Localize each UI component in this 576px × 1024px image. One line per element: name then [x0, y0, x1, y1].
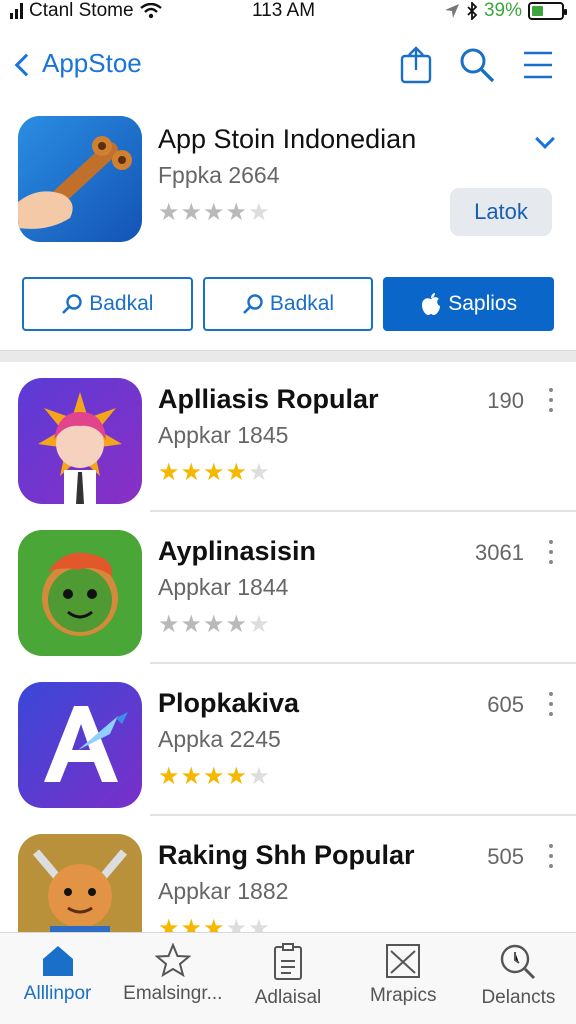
star-filled-icon: ★: [180, 459, 202, 486]
row-divider: [150, 510, 576, 512]
featured-app-title: App Stoin Indonedian: [158, 124, 417, 154]
rating-count: 605: [487, 692, 524, 717]
star-filled-icon: ★: [225, 763, 247, 790]
app-developer: Appkar 1882: [158, 878, 289, 904]
star-filled-icon: ★: [158, 199, 179, 226]
row-divider: [150, 814, 576, 816]
star-icon: [154, 943, 191, 977]
tab-graphics[interactable]: Mrapics: [346, 933, 461, 1024]
featured-app: App Stoin Indonedian Fppka 2664 ★ ★ ★ ★ ★ La…: [18, 116, 558, 246]
section-divider: [0, 350, 576, 362]
rating-stars: ★ ★ ★ ★ ★: [158, 198, 270, 227]
star-empty-icon: ★: [248, 459, 269, 486]
get-button[interactable]: Latok: [450, 188, 552, 236]
list-item[interactable]: Ayplinasisin Appkar 1844 ★ ★ ★ ★ ★ 3061: [0, 514, 576, 664]
clipboard-icon: [274, 943, 302, 980]
star-empty-icon: ★: [248, 611, 269, 638]
star-filled-icon: ★: [158, 459, 179, 486]
search-icon[interactable]: [458, 46, 496, 84]
rating-stars: ★ ★ ★ ★ ★: [158, 762, 270, 791]
search-icon: [242, 294, 263, 314]
back-button[interactable]: AppStoe: [14, 48, 142, 79]
tab-label: Alllinpor: [23, 983, 92, 1004]
tab-label: Mrapics: [369, 985, 437, 1006]
star-filled-icon: ★: [180, 611, 202, 638]
segment-label: Badkal: [269, 292, 335, 315]
tab-label: Adlaisal: [254, 987, 322, 1008]
app-name: Plopkakiva: [158, 688, 300, 718]
tab-featured[interactable]: Emalsingr...: [115, 933, 230, 1024]
tab-search[interactable]: Delancts: [461, 933, 576, 1024]
apple-icon: [422, 293, 441, 315]
tab-home[interactable]: Alllinpor: [0, 933, 115, 1024]
app-icon[interactable]: [18, 530, 142, 656]
star-filled-icon: ★: [225, 611, 247, 638]
tab-bar: Alllinpor Emalsingr... Adlaisal Mrapics …: [0, 932, 576, 1024]
segment-label: Saplios: [448, 292, 518, 315]
location-icon: [444, 4, 459, 18]
segment-button-2[interactable]: Badkal: [202, 277, 374, 331]
star-filled-icon: ★: [158, 611, 179, 638]
bluetooth-icon: [467, 2, 478, 20]
star-filled-icon: ★: [203, 763, 224, 790]
featured-app-developer: Fppka 2664: [158, 162, 280, 188]
star-filled-icon: ★: [225, 199, 247, 226]
app-name: Raking Shh Popular: [158, 840, 415, 870]
navigation-bar: AppStoe: [0, 38, 576, 94]
star-empty-icon: ★: [248, 199, 269, 226]
star-filled-icon: ★: [203, 611, 224, 638]
tab-label: Delancts: [481, 987, 556, 1008]
app-developer: Appka 2245: [158, 726, 281, 752]
battery-percent: 39%: [483, 0, 522, 21]
carrier-label: Ctanl Stome: [29, 0, 134, 21]
wifi-icon: [139, 3, 162, 19]
list-item[interactable]: Plopkakiva Appka 2245 ★ ★ ★ ★ ★ 605: [0, 666, 576, 816]
back-label: AppStoe: [42, 48, 142, 78]
segment-label: Badkal: [89, 292, 154, 315]
menu-icon[interactable]: [522, 50, 554, 80]
tab-label: Emalsingr...: [123, 983, 223, 1004]
row-divider: [150, 662, 576, 664]
tab-categories[interactable]: Adlaisal: [230, 933, 345, 1024]
status-time: 113 AM: [252, 0, 316, 21]
share-icon[interactable]: [400, 46, 432, 84]
app-icon[interactable]: [18, 682, 142, 808]
star-filled-icon: ★: [180, 199, 202, 226]
app-name: Aplliasis Ropular: [158, 384, 379, 414]
status-bar: Ctanl Stome 113 AM 39%: [0, 0, 576, 24]
app-icon[interactable]: [18, 378, 142, 504]
chevron-down-icon[interactable]: [535, 129, 555, 149]
battery-icon: [528, 2, 567, 20]
home-icon: [42, 946, 73, 976]
rating-stars: ★ ★ ★ ★ ★: [158, 458, 270, 487]
chevron-left-icon: [14, 53, 38, 76]
image-icon: [386, 944, 421, 978]
segment-button-3[interactable]: Saplios: [383, 277, 555, 331]
app-icon[interactable]: [18, 116, 142, 242]
more-options-icon[interactable]: [548, 388, 554, 412]
search-icon: [501, 944, 536, 980]
app-developer: Appkar 1845: [158, 422, 289, 448]
rating-count: 505: [487, 844, 524, 869]
list-item[interactable]: Aplliasis Ropular Appkar 1845 ★ ★ ★ ★ ★ 190: [0, 362, 576, 512]
more-options-icon[interactable]: [548, 692, 554, 716]
app-name: Ayplinasisin: [158, 536, 317, 566]
app-developer: Appkar 1844: [158, 574, 289, 600]
rating-count: 3061: [475, 540, 524, 565]
rating-count: 190: [487, 388, 524, 413]
more-options-icon[interactable]: [548, 844, 554, 868]
more-options-icon[interactable]: [548, 540, 554, 564]
search-icon: [62, 294, 82, 314]
rating-stars: ★ ★ ★ ★ ★: [158, 610, 270, 639]
segment-buttons: Badkal Badkal Saplios: [22, 277, 555, 331]
star-filled-icon: ★: [203, 459, 224, 486]
segment-button-1[interactable]: Badkal: [22, 277, 193, 331]
star-filled-icon: ★: [225, 459, 247, 486]
signal-icon: [10, 3, 23, 19]
star-filled-icon: ★: [203, 199, 224, 226]
star-filled-icon: ★: [158, 763, 179, 790]
star-filled-icon: ★: [180, 763, 202, 790]
star-empty-icon: ★: [248, 763, 269, 790]
